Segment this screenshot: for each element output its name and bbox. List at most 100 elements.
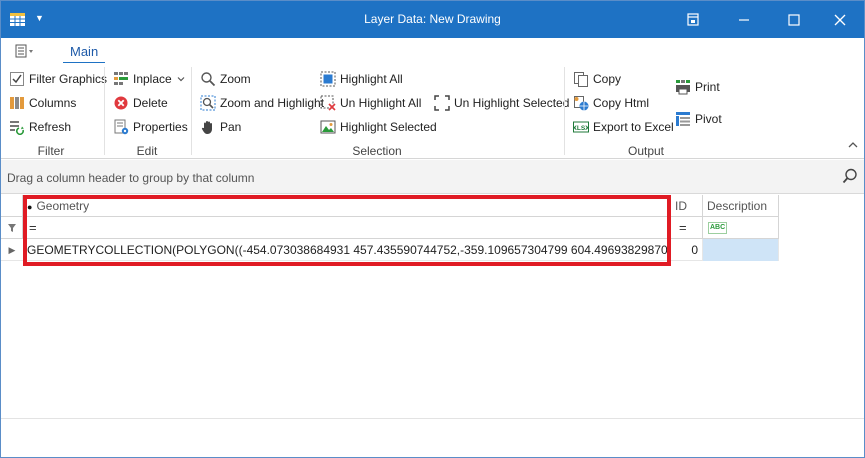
delete-icon <box>113 95 129 111</box>
magnifier-icon <box>200 71 216 87</box>
un-highlight-all-label: Un Highlight All <box>340 96 422 110</box>
columns-button[interactable]: Columns <box>9 93 76 113</box>
un-highlight-selected-button[interactable]: Un Highlight Selected <box>434 93 569 113</box>
hand-icon <box>200 119 216 135</box>
print-icon <box>675 79 691 95</box>
group-separator <box>564 67 565 155</box>
column-header-description[interactable]: Description <box>703 195 779 217</box>
highlight-all-button[interactable]: Highlight All <box>320 69 403 89</box>
geometry-header-label: Geometry <box>36 199 90 213</box>
copy-icon <box>573 71 589 87</box>
refresh-button[interactable]: Refresh <box>9 117 71 137</box>
collapse-ribbon-chevron-up-icon[interactable] <box>848 141 858 152</box>
un-highlight-selected-icon <box>434 95 450 111</box>
row-indicator-chevron-right-icon: ▶ <box>8 244 16 255</box>
pan-label: Pan <box>220 120 242 134</box>
delete-button[interactable]: Delete <box>113 93 168 113</box>
id-header-label: ID <box>675 199 687 213</box>
inplace-edit-icon <box>113 71 129 87</box>
filter-graphics-checkbox[interactable]: Filter Graphics <box>9 69 107 89</box>
filter-row-indicator <box>1 217 23 239</box>
group-by-panel[interactable]: Drag a column header to group by that co… <box>1 160 864 194</box>
column-header-id[interactable]: ID <box>671 195 703 217</box>
table-row[interactable]: ▶ GEOMETRYCOLLECTION(POLYGON((-454.07303… <box>1 239 779 261</box>
pivot-button[interactable]: Pivot <box>675 109 722 129</box>
minimize-icon <box>739 18 749 21</box>
filter-funnel-icon <box>8 224 16 232</box>
group-separator <box>191 67 192 155</box>
pivot-icon <box>675 111 691 127</box>
column-header-geometry[interactable]: ● Geometry <box>23 195 671 217</box>
checkbox-checked-icon <box>9 71 25 87</box>
properties-icon <box>113 119 129 135</box>
geometry-cell[interactable]: GEOMETRYCOLLECTION(POLYGON((-454.0730386… <box>23 239 671 261</box>
id-filter-cell[interactable]: = <box>671 217 703 239</box>
geometry-filter-operator[interactable]: = <box>29 220 37 235</box>
svg-text:XLSX: XLSX <box>573 125 589 132</box>
description-cell[interactable] <box>703 239 779 261</box>
auto-filter-row: = = ABC <box>1 217 779 239</box>
edit-group-label: Edit <box>136 144 158 158</box>
ribbon-panel: Filter Graphics Columns Refresh Filter I… <box>1 63 864 159</box>
filter-graphics-label: Filter Graphics <box>29 72 108 86</box>
zoom-and-highlight-label: Zoom and Highlight <box>220 96 325 110</box>
id-cell[interactable]: 0 <box>671 239 703 261</box>
copy-html-button[interactable]: Copy Html <box>573 93 649 113</box>
close-button[interactable] <box>817 1 863 38</box>
grid-footer-divider <box>1 418 864 419</box>
zoom-and-highlight-button[interactable]: Zoom and Highlight <box>200 93 324 113</box>
properties-label: Properties <box>133 120 188 134</box>
group-separator <box>104 67 105 155</box>
copy-html-label: Copy Html <box>593 96 650 110</box>
quick-access-menu-icon[interactable] <box>15 44 37 58</box>
inplace-dropdown-button[interactable]: Inplace <box>113 69 186 89</box>
highlight-all-label: Highlight All <box>340 72 403 86</box>
id-filter-operator[interactable]: = <box>679 220 687 235</box>
selection-group-label: Selection <box>352 144 402 158</box>
search-icon[interactable] <box>842 168 858 184</box>
highlight-selected-label: Highlight Selected <box>340 120 437 134</box>
filter-group-label: Filter <box>37 144 65 158</box>
copy-html-icon <box>573 95 589 111</box>
un-highlight-all-button[interactable]: Un Highlight All <box>320 93 421 113</box>
layer-data-window: ▼ Layer Data: New Drawing Main Filter Gr… <box>0 0 865 458</box>
columns-label: Columns <box>29 96 77 110</box>
pan-button[interactable]: Pan <box>200 117 241 137</box>
maximize-button[interactable] <box>771 1 817 38</box>
minimize-button[interactable] <box>721 1 767 38</box>
column-header-row: ● Geometry ID Description <box>1 195 779 217</box>
inplace-label: Inplace <box>133 72 172 86</box>
copy-button[interactable]: Copy <box>573 69 621 89</box>
export-to-excel-label: Export to Excel <box>593 120 674 134</box>
export-to-excel-button[interactable]: XLSX Export to Excel <box>573 117 674 137</box>
pivot-label: Pivot <box>695 112 722 126</box>
output-group-label: Output <box>627 144 665 158</box>
row-indicator-header <box>1 195 23 217</box>
chevron-down-icon <box>177 77 185 82</box>
properties-button[interactable]: Properties <box>113 117 188 137</box>
pin-window-button[interactable] <box>670 1 716 38</box>
sort-indicator-icon: ● <box>27 202 33 212</box>
maximize-icon <box>788 13 800 26</box>
un-highlight-all-icon <box>320 95 336 111</box>
highlight-all-icon <box>320 71 336 87</box>
pin-icon <box>687 12 699 26</box>
group-by-hint: Drag a column header to group by that co… <box>7 171 255 185</box>
columns-icon <box>9 95 25 111</box>
description-header-label: Description <box>707 199 768 213</box>
description-filter-cell[interactable]: ABC <box>703 217 779 239</box>
zoom-label: Zoom <box>220 72 251 86</box>
ribbon-tab-strip: Main <box>1 38 864 64</box>
excel-icon: XLSX <box>573 119 590 135</box>
copy-label: Copy <box>593 72 622 86</box>
tab-main[interactable]: Main <box>63 44 106 64</box>
print-button[interactable]: Print <box>675 77 720 97</box>
highlight-selected-button[interactable]: Highlight Selected <box>320 117 437 137</box>
zoom-highlight-icon <box>200 95 216 111</box>
title-bar: ▼ Layer Data: New Drawing <box>1 1 864 38</box>
print-label: Print <box>695 80 720 94</box>
geometry-filter-cell[interactable]: = <box>23 217 671 239</box>
text-filter-operator-icon[interactable]: ABC <box>708 222 728 234</box>
un-highlight-selected-label: Un Highlight Selected <box>454 96 570 110</box>
zoom-button[interactable]: Zoom <box>200 69 251 89</box>
